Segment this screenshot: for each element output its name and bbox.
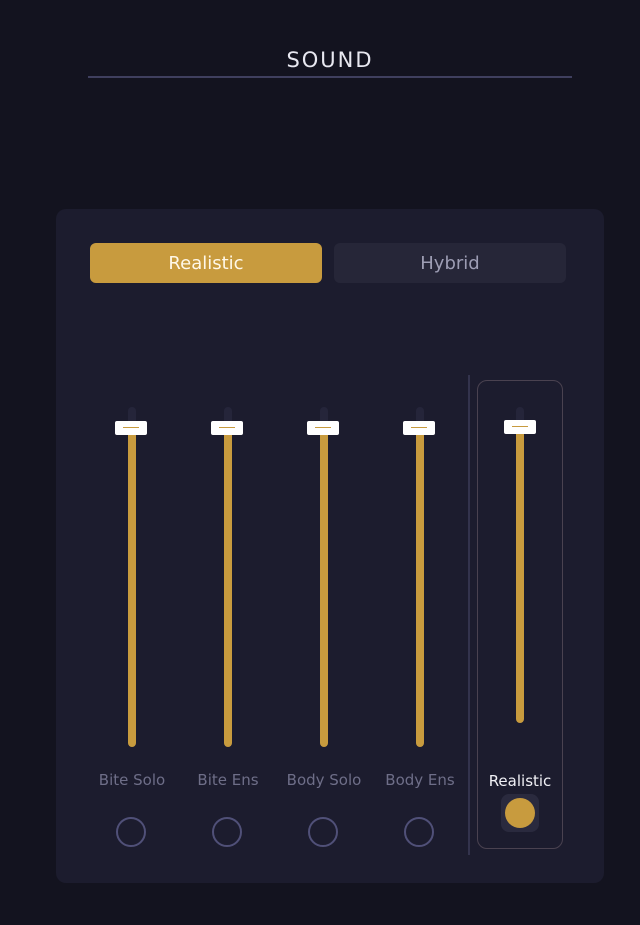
channel-toggle[interactable] xyxy=(212,817,242,847)
master-label: Realistic xyxy=(488,772,552,790)
master-slider-thumb[interactable] xyxy=(504,419,536,434)
sound-header-title: SOUND xyxy=(286,48,374,72)
slider-thumb[interactable] xyxy=(211,421,243,436)
sound-panel: Realistic Hybrid Bite Solo Bite Ens Body… xyxy=(56,209,604,883)
mode-realistic-button[interactable]: Realistic xyxy=(90,243,322,283)
mode-hybrid-button[interactable]: Hybrid xyxy=(334,243,566,283)
slider-fill xyxy=(128,427,136,747)
slider-fill xyxy=(320,427,328,747)
channel-toggle[interactable] xyxy=(404,817,434,847)
channel-body-solo: Body Solo xyxy=(276,404,372,864)
slider-thumb[interactable] xyxy=(115,421,147,436)
slider-fill xyxy=(224,427,232,747)
slider-thumb[interactable] xyxy=(403,421,435,436)
master-divider xyxy=(468,375,470,855)
master-slider-fill xyxy=(516,425,524,723)
master-toggle[interactable] xyxy=(505,798,535,828)
slider-thumb[interactable] xyxy=(307,421,339,436)
channel-label: Body Ens xyxy=(385,771,455,789)
channel-bite-ens: Bite Ens xyxy=(180,404,276,864)
header-divider xyxy=(88,76,572,78)
channel-toggle[interactable] xyxy=(116,817,146,847)
channel-toggle[interactable] xyxy=(308,817,338,847)
channel-bite-solo: Bite Solo xyxy=(84,404,180,864)
master-channel: Realistic xyxy=(477,380,563,849)
channel-body-ens: Body Ens xyxy=(372,404,468,864)
slider-fill xyxy=(416,427,424,747)
